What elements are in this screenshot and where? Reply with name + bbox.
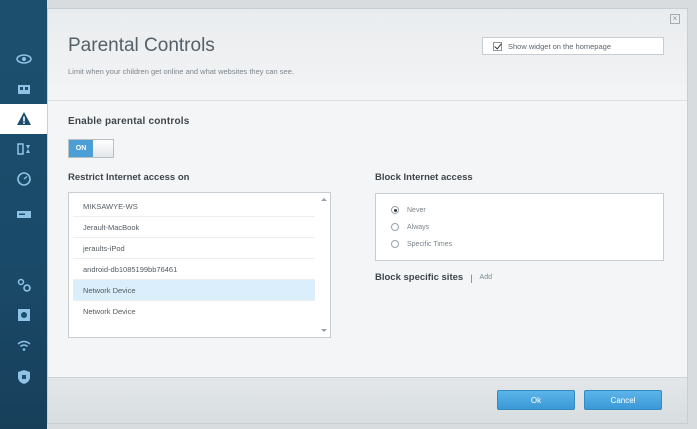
add-site-link[interactable]: Add: [480, 274, 492, 281]
radio-always[interactable]: [391, 223, 399, 231]
external-storage-icon: [16, 211, 31, 218]
radio-never[interactable]: [391, 206, 399, 214]
media-prioritization-icon: [16, 143, 30, 155]
list-item[interactable]: Jerault-MacBook: [73, 217, 315, 238]
parental-controls-dialog: × Parental Controls Limit when your chil…: [47, 8, 688, 424]
list-item-selected[interactable]: Network Device: [73, 280, 315, 301]
dialog-header: × Parental Controls Limit when your chil…: [48, 9, 687, 101]
toggle-on-label: ON: [69, 140, 93, 157]
nav-speed[interactable]: [0, 164, 47, 194]
nav-security[interactable]: [0, 362, 47, 392]
block-sites-label: Block specific sites: [375, 272, 464, 283]
nav-troubleshoot[interactable]: [0, 300, 47, 330]
radio-specific-label: Specific Times: [407, 240, 453, 248]
ok-button[interactable]: Ok: [497, 390, 575, 410]
nav-wireless[interactable]: [0, 330, 47, 360]
radio-specific-times[interactable]: [391, 240, 399, 248]
show-widget-label: Show widget on the homepage: [508, 41, 611, 51]
gears-icon: [17, 278, 31, 292]
close-icon[interactable]: ×: [670, 14, 680, 24]
device-list: MIKSAWYE-WS Jerault-MacBook jeraults-iPo…: [68, 192, 331, 338]
speedometer-icon: [16, 172, 31, 186]
toggle-knob[interactable]: [93, 140, 113, 157]
list-item[interactable]: android-db1085199bb76461: [73, 259, 315, 280]
enable-toggle[interactable]: ON: [68, 139, 114, 158]
radio-specific-row[interactable]: Specific Times: [391, 240, 452, 248]
sidebar-nav: [0, 0, 53, 429]
cancel-button[interactable]: Cancel: [584, 390, 662, 410]
show-widget-checkbox[interactable]: [493, 41, 502, 51]
sites-separator: |: [470, 272, 473, 283]
nav-external[interactable]: [0, 199, 47, 229]
list-scrollbar[interactable]: [320, 196, 328, 334]
page-subtitle: Limit when your children get online and …: [68, 67, 294, 76]
eye-icon: [15, 54, 32, 64]
enable-label: Enable parental controls: [68, 116, 190, 127]
nav-widgets[interactable]: [0, 44, 47, 74]
warning-triangle-icon: [16, 112, 31, 125]
show-widget-checkbox-row[interactable]: Show widget on the homepage: [482, 37, 664, 55]
scroll-down-icon[interactable]: [321, 329, 327, 332]
dialog-footer: Ok Cancel: [48, 377, 687, 423]
wifi-icon: [17, 340, 30, 351]
radio-always-label: Always: [407, 223, 430, 231]
radio-always-row[interactable]: Always: [391, 223, 429, 231]
nav-parental[interactable]: [0, 104, 53, 134]
nav-media[interactable]: [0, 134, 47, 164]
list-item[interactable]: jeraults-iPod: [73, 238, 315, 259]
scroll-up-icon[interactable]: [321, 198, 327, 201]
shield-icon: [17, 370, 30, 384]
radio-never-row[interactable]: Never: [391, 206, 426, 214]
nav-connectivity[interactable]: [0, 270, 47, 300]
radio-never-label: Never: [407, 206, 426, 214]
block-options-box: Never Always Specific Times: [375, 193, 664, 261]
restrict-label: Restrict Internet access on: [68, 172, 190, 183]
page-title: Parental Controls: [68, 35, 215, 56]
block-label: Block Internet access: [375, 172, 473, 183]
block-sites-row: Block specific sites | Add: [375, 272, 492, 283]
devices-icon: [17, 85, 30, 94]
list-item[interactable]: MIKSAWYE-WS: [73, 196, 315, 217]
nav-devices[interactable]: [0, 74, 47, 104]
troubleshooting-icon: [17, 309, 30, 321]
list-item[interactable]: Network Device: [73, 301, 315, 322]
